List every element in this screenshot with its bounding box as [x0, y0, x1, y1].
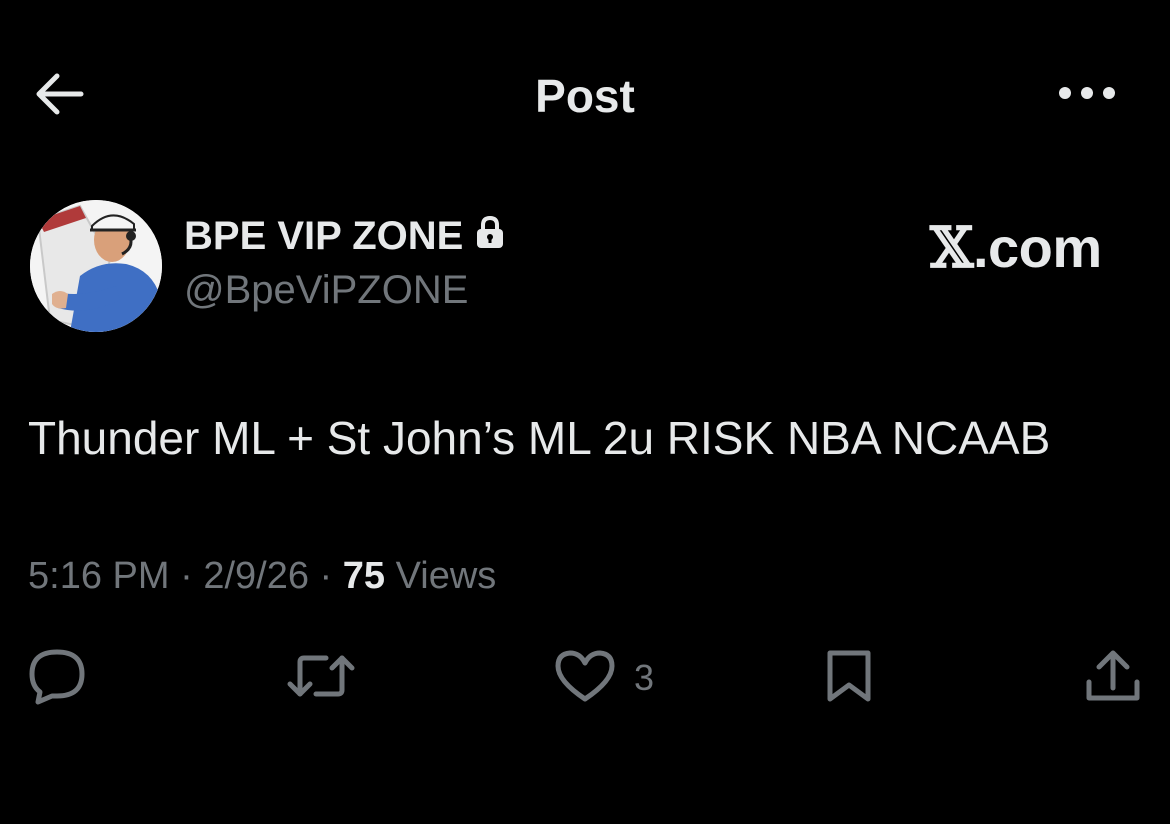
meta-separator: ·: [169, 555, 204, 597]
repost-icon: [286, 650, 356, 707]
back-button[interactable]: [28, 68, 90, 124]
avatar-image: [30, 200, 162, 332]
post-time[interactable]: 5:16 PM: [28, 555, 170, 597]
post-meta: 5:16 PM · 2/9/26 · 75 Views: [28, 552, 496, 600]
lock-icon: [475, 212, 505, 260]
repost-button[interactable]: [286, 646, 356, 710]
x-logo-icon: 𝕏: [930, 215, 973, 281]
arrow-left-icon: [33, 72, 85, 121]
like-count: 3: [634, 657, 655, 698]
more-options-button[interactable]: [1052, 70, 1122, 120]
more-horizontal-icon: [1058, 86, 1116, 105]
views-label: Views: [385, 555, 497, 597]
views-count[interactable]: 75: [343, 555, 385, 597]
share-button[interactable]: [1084, 646, 1142, 710]
reply-icon: [26, 646, 88, 711]
like-button[interactable]: 3: [554, 646, 654, 710]
author-handle[interactable]: @BpeViPZONE: [184, 266, 468, 314]
heart-icon: [554, 649, 616, 708]
display-name-text: BPE VIP ZONE: [184, 214, 464, 258]
meta-separator: ·: [308, 555, 343, 597]
bookmark-icon: [824, 647, 874, 710]
author-name[interactable]: BPE VIP ZONE: [184, 212, 505, 260]
post-text: Thunder ML + St John’s ML 2u RISK NBA NC…: [28, 412, 1051, 464]
share-icon: [1084, 648, 1142, 709]
avatar[interactable]: [30, 200, 162, 332]
reply-button[interactable]: [26, 646, 88, 710]
bookmark-button[interactable]: [824, 646, 874, 710]
page-title: Post: [535, 70, 635, 122]
post-date[interactable]: 2/9/26: [203, 555, 309, 597]
x-com-watermark: 𝕏 .com: [930, 216, 1102, 280]
watermark-suffix: .com: [972, 216, 1102, 279]
